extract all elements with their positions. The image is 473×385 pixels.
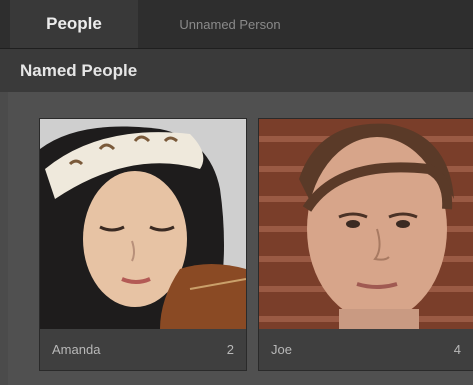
person-caption: Joe 4	[259, 329, 473, 370]
tab-bar: People Unnamed Person	[0, 0, 473, 49]
tab-people[interactable]: People	[10, 0, 138, 48]
photo-count: 2	[226, 342, 234, 357]
person-card-joe[interactable]: Joe 4	[259, 119, 473, 370]
person-caption: Amanda 2	[40, 329, 246, 370]
photo-count: 4	[453, 342, 461, 357]
people-view: People Unnamed Person Named People Amand…	[0, 0, 473, 385]
named-people-header: Named People	[0, 49, 473, 92]
person-photo	[40, 119, 246, 329]
person-name: Amanda	[52, 342, 101, 357]
tab-unnamed-person[interactable]: Unnamed Person	[150, 0, 310, 48]
section-title: Named People	[20, 60, 138, 80]
person-photo	[259, 119, 473, 329]
person-name: Joe	[271, 342, 292, 357]
person-card-amanda[interactable]: Amanda 2	[40, 119, 246, 370]
